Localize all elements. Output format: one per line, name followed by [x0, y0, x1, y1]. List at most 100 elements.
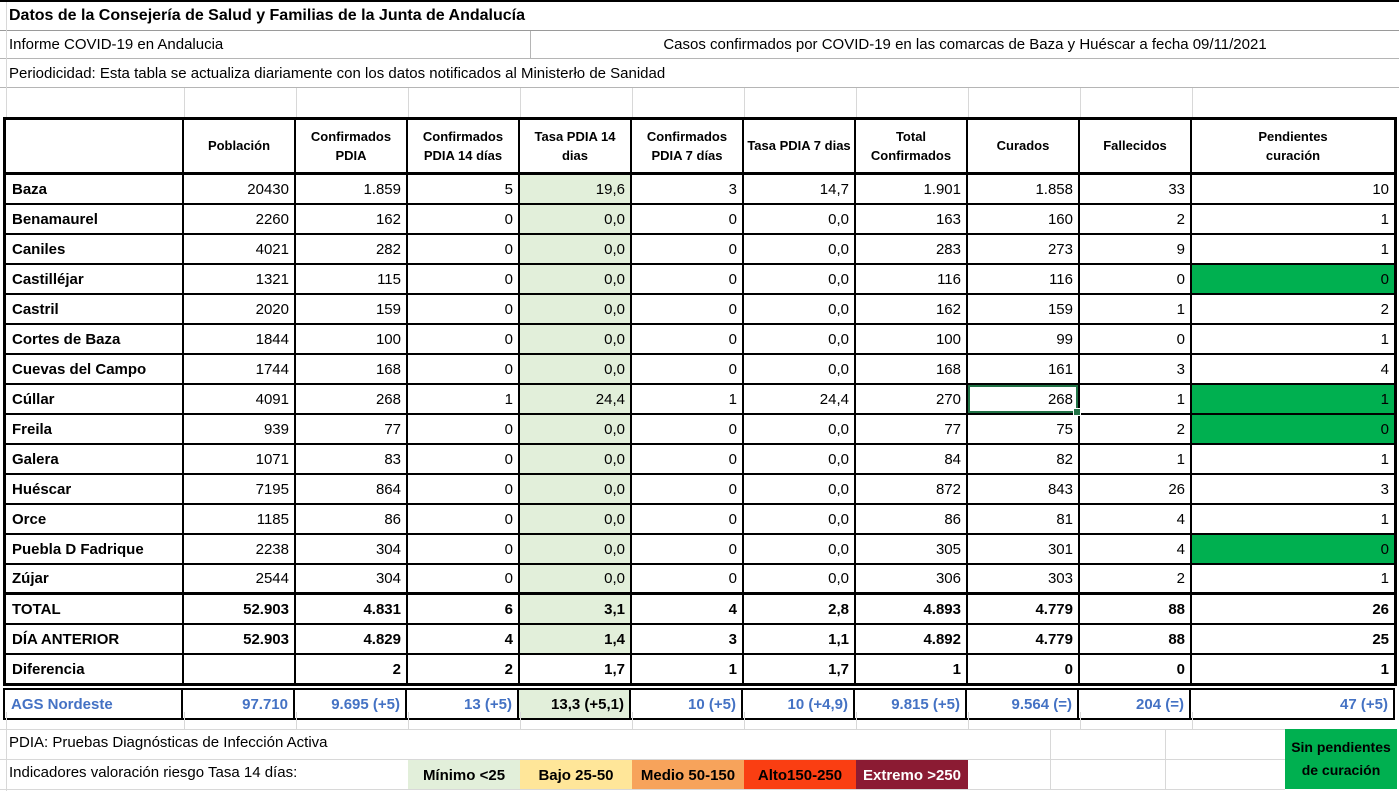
- table-cell[interactable]: 1: [856, 655, 968, 683]
- table-cell[interactable]: 301: [968, 535, 1080, 565]
- table-cell[interactable]: 1: [632, 655, 744, 683]
- table-cell[interactable]: 99: [968, 325, 1080, 355]
- table-cell[interactable]: 0: [632, 295, 744, 325]
- column-header[interactable]: Tasa PDIA 7 dias: [744, 120, 856, 175]
- row-label[interactable]: Galera: [6, 445, 184, 475]
- table-cell[interactable]: 159: [968, 295, 1080, 325]
- table-cell[interactable]: 2: [408, 655, 520, 683]
- row-label[interactable]: Freila: [6, 415, 184, 445]
- table-cell[interactable]: 0: [632, 325, 744, 355]
- table-cell[interactable]: 1: [1192, 445, 1394, 475]
- table-cell[interactable]: 268: [296, 385, 408, 415]
- table-cell[interactable]: 0: [1192, 265, 1394, 295]
- table-cell[interactable]: 1: [1192, 325, 1394, 355]
- table-cell[interactable]: 26: [1192, 595, 1394, 625]
- table-cell[interactable]: 47 (+5): [1191, 690, 1393, 718]
- table-cell[interactable]: 0,0: [520, 505, 632, 535]
- table-cell[interactable]: 100: [856, 325, 968, 355]
- table-cell[interactable]: 1744: [184, 355, 296, 385]
- table-cell[interactable]: 0,0: [520, 205, 632, 235]
- table-cell[interactable]: 268: [968, 385, 1080, 415]
- table-cell[interactable]: 20430: [184, 175, 296, 205]
- table-cell[interactable]: 9: [1080, 235, 1192, 265]
- table-cell[interactable]: 3: [1080, 355, 1192, 385]
- table-cell[interactable]: 1: [1192, 235, 1394, 265]
- table-cell[interactable]: 86: [856, 505, 968, 535]
- corner-cell[interactable]: [6, 120, 184, 175]
- table-cell[interactable]: 88: [1080, 595, 1192, 625]
- table-cell[interactable]: 1,1: [744, 625, 856, 655]
- table-cell[interactable]: 0,0: [744, 535, 856, 565]
- table-cell[interactable]: 2: [1080, 565, 1192, 595]
- table-cell[interactable]: 0,0: [744, 445, 856, 475]
- table-cell[interactable]: 100: [296, 325, 408, 355]
- table-cell[interactable]: 0: [1080, 325, 1192, 355]
- table-cell[interactable]: 77: [856, 415, 968, 445]
- row-label[interactable]: Cortes de Baza: [6, 325, 184, 355]
- row-label[interactable]: Castril: [6, 295, 184, 325]
- table-cell[interactable]: 0: [968, 655, 1080, 683]
- table-cell[interactable]: 24,4: [520, 385, 632, 415]
- table-cell[interactable]: 14,7: [744, 175, 856, 205]
- table-cell[interactable]: 83: [296, 445, 408, 475]
- table-cell[interactable]: 0,0: [744, 205, 856, 235]
- table-cell[interactable]: 1844: [184, 325, 296, 355]
- table-cell[interactable]: 2238: [184, 535, 296, 565]
- table-cell[interactable]: 4.779: [968, 595, 1080, 625]
- table-cell[interactable]: 1,4: [520, 625, 632, 655]
- table-cell[interactable]: 1321: [184, 265, 296, 295]
- table-cell[interactable]: 3,1: [520, 595, 632, 625]
- table-cell[interactable]: 162: [296, 205, 408, 235]
- table-cell[interactable]: 162: [856, 295, 968, 325]
- table-cell[interactable]: 1185: [184, 505, 296, 535]
- table-cell[interactable]: 4: [1080, 535, 1192, 565]
- table-cell[interactable]: 0,0: [744, 565, 856, 595]
- table-cell[interactable]: 0: [408, 565, 520, 595]
- table-cell[interactable]: 82: [968, 445, 1080, 475]
- table-cell[interactable]: 0,0: [520, 235, 632, 265]
- table-cell[interactable]: 0,0: [520, 295, 632, 325]
- table-cell[interactable]: 0,0: [744, 295, 856, 325]
- table-cell[interactable]: 864: [296, 475, 408, 505]
- table-cell[interactable]: 4.893: [856, 595, 968, 625]
- table-cell[interactable]: 0: [1080, 265, 1192, 295]
- table-cell[interactable]: 939: [184, 415, 296, 445]
- table-cell[interactable]: 1: [1192, 205, 1394, 235]
- row-label[interactable]: Baza: [6, 175, 184, 205]
- table-cell[interactable]: 4.831: [296, 595, 408, 625]
- table-cell[interactable]: 0: [408, 355, 520, 385]
- table-cell[interactable]: 13,3 (+5,1): [519, 690, 631, 718]
- table-cell[interactable]: 4091: [184, 385, 296, 415]
- row-label[interactable]: Puebla D Fadrique: [6, 535, 184, 565]
- table-cell[interactable]: 0: [408, 235, 520, 265]
- table-cell[interactable]: 4: [632, 595, 744, 625]
- row-label[interactable]: Zújar: [6, 565, 184, 595]
- table-cell[interactable]: 0: [632, 475, 744, 505]
- table-cell[interactable]: 2: [296, 655, 408, 683]
- row-label[interactable]: Diferencia: [6, 655, 184, 683]
- table-cell[interactable]: 0,0: [520, 265, 632, 295]
- table-cell[interactable]: 4: [1080, 505, 1192, 535]
- table-cell[interactable]: 24,4: [744, 385, 856, 415]
- row-label[interactable]: AGS Nordeste: [5, 690, 183, 718]
- table-cell[interactable]: 0,0: [520, 565, 632, 595]
- table-cell[interactable]: 0,0: [520, 355, 632, 385]
- table-cell[interactable]: 10 (+4,9): [743, 690, 855, 718]
- table-cell[interactable]: 159: [296, 295, 408, 325]
- table-cell[interactable]: 52.903: [184, 595, 296, 625]
- row-label[interactable]: Orce: [6, 505, 184, 535]
- table-cell[interactable]: 4.779: [968, 625, 1080, 655]
- table-cell[interactable]: 2,8: [744, 595, 856, 625]
- table-cell[interactable]: 872: [856, 475, 968, 505]
- table-cell[interactable]: 75: [968, 415, 1080, 445]
- table-cell[interactable]: 2544: [184, 565, 296, 595]
- column-header[interactable]: Total Confirmados: [856, 120, 968, 175]
- column-header[interactable]: Fallecidos: [1080, 120, 1192, 175]
- column-header[interactable]: Población: [184, 120, 296, 175]
- table-cell[interactable]: 10 (+5): [631, 690, 743, 718]
- table-cell[interactable]: 97.710: [183, 690, 295, 718]
- table-cell[interactable]: 0: [632, 505, 744, 535]
- table-cell[interactable]: 0: [1192, 415, 1394, 445]
- table-cell[interactable]: 1: [408, 385, 520, 415]
- table-cell[interactable]: 33: [1080, 175, 1192, 205]
